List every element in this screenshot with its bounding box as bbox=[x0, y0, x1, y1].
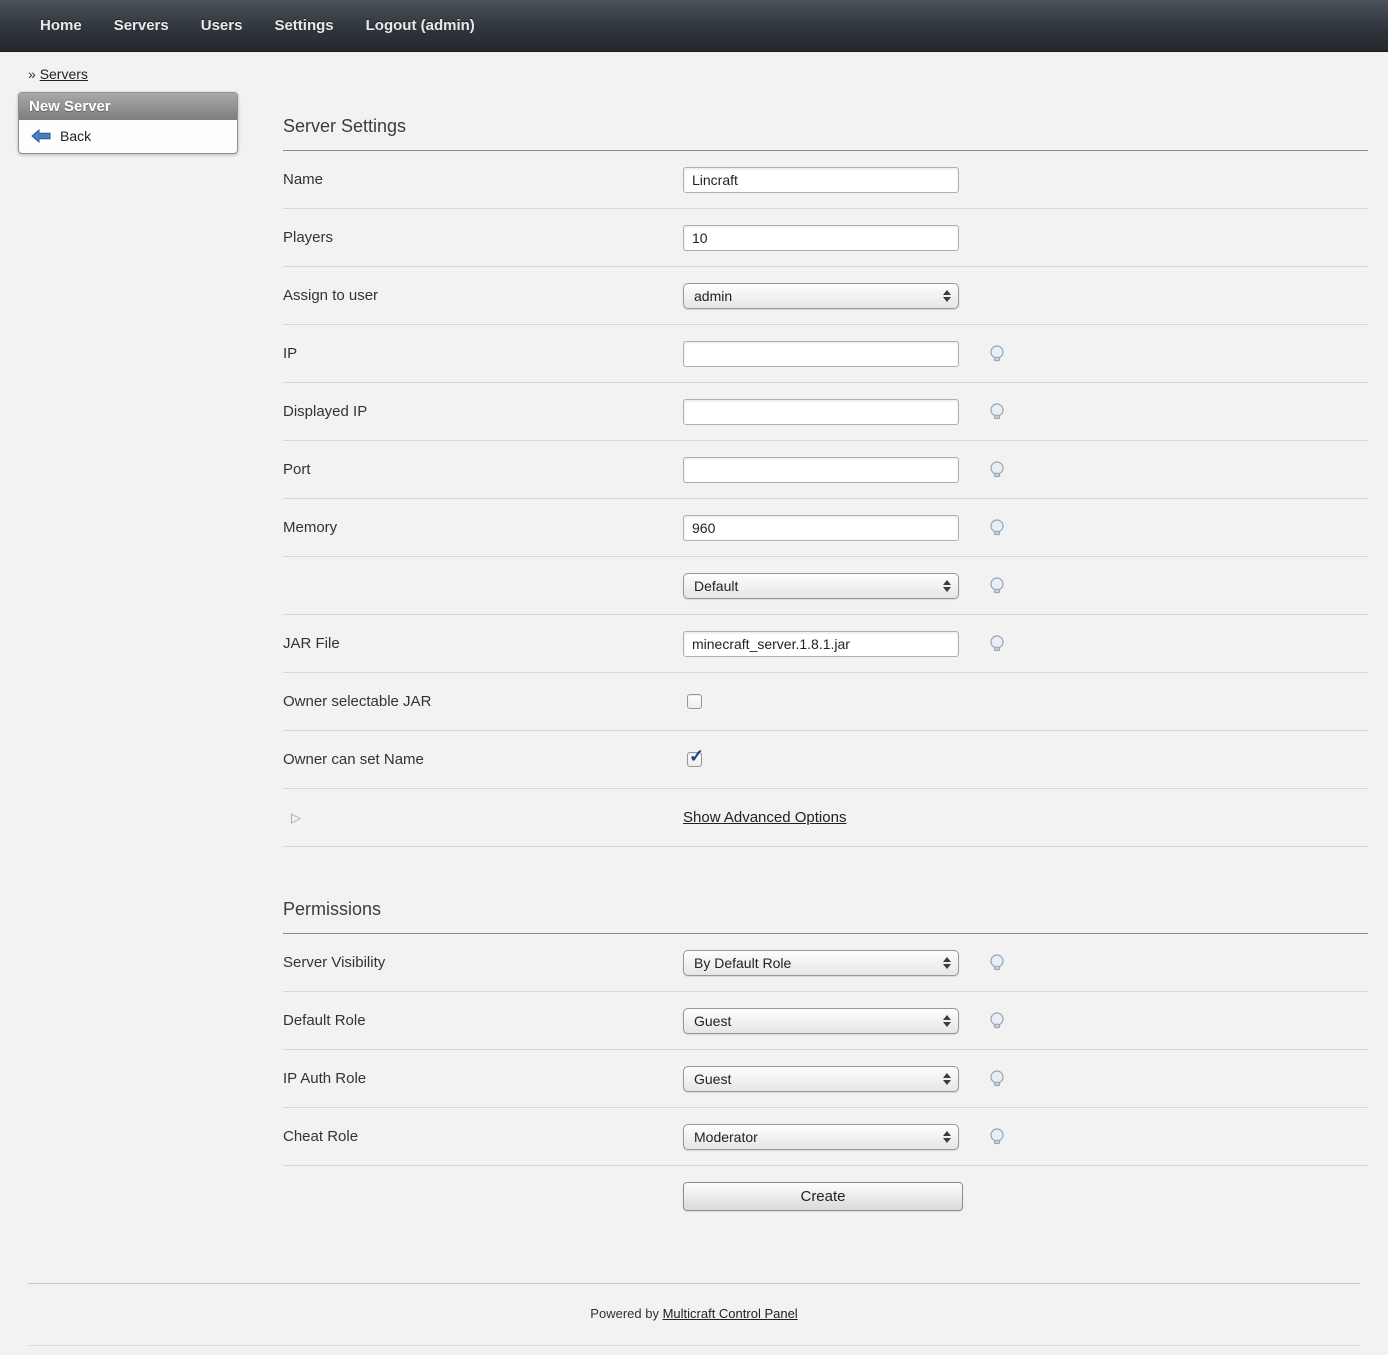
owner-can-set-name-label: Owner can set Name bbox=[283, 751, 683, 768]
select-value: Guest bbox=[694, 1013, 731, 1029]
nav-item-logout[interactable]: Logout (admin) bbox=[366, 17, 475, 34]
back-arrow-icon bbox=[31, 129, 51, 143]
panel-title: New Server bbox=[19, 93, 237, 120]
jar-file-input[interactable] bbox=[683, 631, 959, 657]
cheat-role-label: Cheat Role bbox=[283, 1128, 683, 1145]
memory-input[interactable] bbox=[683, 515, 959, 541]
default-role-label: Default Role bbox=[283, 1012, 683, 1029]
form-row-ip-auth-role: IP Auth Role Guest bbox=[283, 1050, 1368, 1108]
ip-label: IP bbox=[283, 345, 683, 362]
help-lightbulb-icon[interactable] bbox=[987, 402, 1007, 422]
nav-item-settings[interactable]: Settings bbox=[274, 17, 333, 34]
sidebar-column: New Server Back bbox=[0, 92, 283, 154]
select-value: admin bbox=[694, 288, 732, 304]
select-stepper-icon bbox=[943, 1131, 951, 1143]
disclosure-triangle-icon[interactable]: ▷ bbox=[291, 810, 301, 825]
help-lightbulb-icon[interactable] bbox=[987, 460, 1007, 480]
select-value: Guest bbox=[694, 1071, 731, 1087]
form-row-displayed-ip: Displayed IP bbox=[283, 383, 1368, 441]
select-stepper-icon bbox=[943, 957, 951, 969]
select-stepper-icon bbox=[943, 1073, 951, 1085]
help-lightbulb-icon[interactable] bbox=[987, 634, 1007, 654]
displayed-ip-label: Displayed IP bbox=[283, 403, 683, 420]
form-row-ip: IP bbox=[283, 325, 1368, 383]
top-navigation: Home Servers Users Settings Logout (admi… bbox=[0, 0, 1388, 52]
server-visibility-select[interactable]: By Default Role bbox=[683, 950, 959, 976]
ip-auth-role-select[interactable]: Guest bbox=[683, 1066, 959, 1092]
players-input[interactable] bbox=[683, 225, 959, 251]
form-row-owner-selectable-jar: Owner selectable JAR bbox=[283, 673, 1368, 731]
form-row-cheat-role: Cheat Role Moderator bbox=[283, 1108, 1368, 1166]
default-role-select[interactable]: Guest bbox=[683, 1008, 959, 1034]
default-select[interactable]: Default bbox=[683, 573, 959, 599]
show-advanced-options-link[interactable]: Show Advanced Options bbox=[683, 809, 846, 826]
nav-item-home[interactable]: Home bbox=[40, 17, 82, 34]
multicraft-link[interactable]: Multicraft Control Panel bbox=[663, 1306, 798, 1321]
memory-label: Memory bbox=[283, 519, 683, 536]
help-lightbulb-icon[interactable] bbox=[987, 1127, 1007, 1147]
select-value: By Default Role bbox=[694, 955, 791, 971]
port-input[interactable] bbox=[683, 457, 959, 483]
owner-selectable-jar-checkbox[interactable] bbox=[687, 694, 702, 709]
select-stepper-icon bbox=[943, 580, 951, 592]
permissions-heading: Permissions bbox=[283, 847, 1368, 934]
breadcrumb-servers-link[interactable]: Servers bbox=[40, 66, 88, 82]
jar-file-label: JAR File bbox=[283, 635, 683, 652]
help-lightbulb-icon[interactable] bbox=[987, 1069, 1007, 1089]
form-row-create: Create bbox=[283, 1166, 1368, 1235]
help-lightbulb-icon[interactable] bbox=[987, 576, 1007, 596]
form-row-memory: Memory bbox=[283, 499, 1368, 557]
select-stepper-icon bbox=[943, 290, 951, 302]
powered-by-text: Powered by bbox=[590, 1306, 659, 1321]
server-visibility-label: Server Visibility bbox=[283, 954, 683, 971]
select-stepper-icon bbox=[943, 1015, 951, 1027]
assign-to-user-label: Assign to user bbox=[283, 287, 683, 304]
owner-can-set-name-checkbox[interactable] bbox=[687, 752, 702, 767]
bottom-divider bbox=[28, 1345, 1360, 1355]
footer: Powered by Multicraft Control Panel bbox=[28, 1283, 1360, 1345]
back-button[interactable]: Back bbox=[19, 120, 237, 153]
name-label: Name bbox=[283, 171, 683, 188]
help-lightbulb-icon[interactable] bbox=[987, 518, 1007, 538]
port-label: Port bbox=[283, 461, 683, 478]
name-input[interactable] bbox=[683, 167, 959, 193]
form-row-server-visibility: Server Visibility By Default Role bbox=[283, 934, 1368, 992]
select-value: Moderator bbox=[694, 1129, 758, 1145]
displayed-ip-input[interactable] bbox=[683, 399, 959, 425]
main-content: Server Settings Name Players Assign to u… bbox=[283, 92, 1368, 1243]
ip-input[interactable] bbox=[683, 341, 959, 367]
form-row-default: Default bbox=[283, 557, 1368, 615]
form-row-assign-to-user: Assign to user admin bbox=[283, 267, 1368, 325]
server-settings-heading: Server Settings bbox=[283, 92, 1368, 151]
new-server-panel: New Server Back bbox=[18, 92, 238, 154]
select-value: Default bbox=[694, 578, 738, 594]
nav-item-servers[interactable]: Servers bbox=[114, 17, 169, 34]
create-button[interactable]: Create bbox=[683, 1182, 963, 1211]
breadcrumb-marker: » bbox=[28, 66, 36, 82]
ip-auth-role-label: IP Auth Role bbox=[283, 1070, 683, 1087]
players-label: Players bbox=[283, 229, 683, 246]
form-row-name: Name bbox=[283, 151, 1368, 209]
assign-to-user-select[interactable]: admin bbox=[683, 283, 959, 309]
cheat-role-select[interactable]: Moderator bbox=[683, 1124, 959, 1150]
form-row-jar-file: JAR File bbox=[283, 615, 1368, 673]
help-lightbulb-icon[interactable] bbox=[987, 1011, 1007, 1031]
help-lightbulb-icon[interactable] bbox=[987, 953, 1007, 973]
back-label: Back bbox=[60, 128, 91, 144]
form-row-default-role: Default Role Guest bbox=[283, 992, 1368, 1050]
form-row-owner-can-set-name: Owner can set Name bbox=[283, 731, 1368, 789]
nav-item-users[interactable]: Users bbox=[201, 17, 243, 34]
form-row-advanced-options: ▷ Show Advanced Options bbox=[283, 789, 1368, 847]
form-row-players: Players bbox=[283, 209, 1368, 267]
owner-selectable-jar-label: Owner selectable JAR bbox=[283, 693, 683, 710]
breadcrumb: » Servers bbox=[0, 52, 1388, 92]
help-lightbulb-icon[interactable] bbox=[987, 344, 1007, 364]
form-row-port: Port bbox=[283, 441, 1368, 499]
